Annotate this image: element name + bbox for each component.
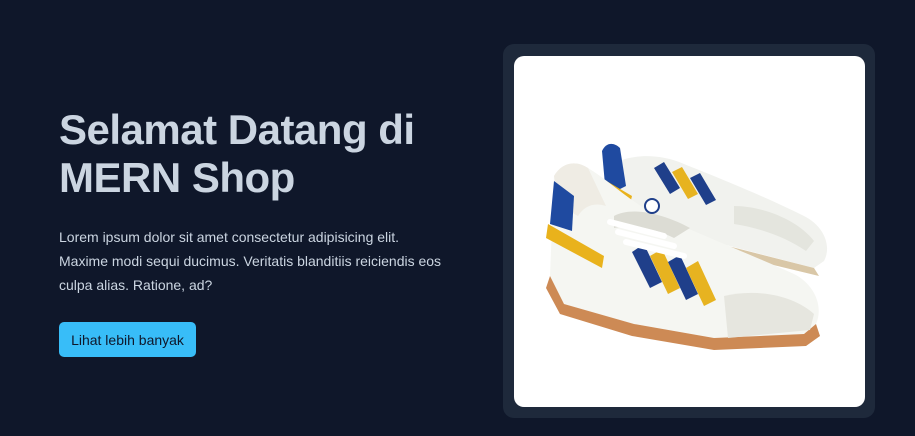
hero-description: Lorem ipsum dolor sit amet consectetur a… bbox=[59, 229, 442, 293]
hero-title: Selamat Datang di MERN Shop bbox=[59, 106, 415, 201]
hero-section: Selamat Datang di MERN Shop Lorem ipsum … bbox=[0, 0, 915, 436]
see-more-button[interactable]: Lihat lebih banyak bbox=[59, 322, 196, 357]
product-image-card bbox=[503, 44, 875, 418]
sneakers-image bbox=[546, 143, 828, 350]
hero-text: Selamat Datang di MERN Shop Lorem ipsum … bbox=[59, 106, 459, 297]
product-image-frame bbox=[514, 56, 865, 407]
